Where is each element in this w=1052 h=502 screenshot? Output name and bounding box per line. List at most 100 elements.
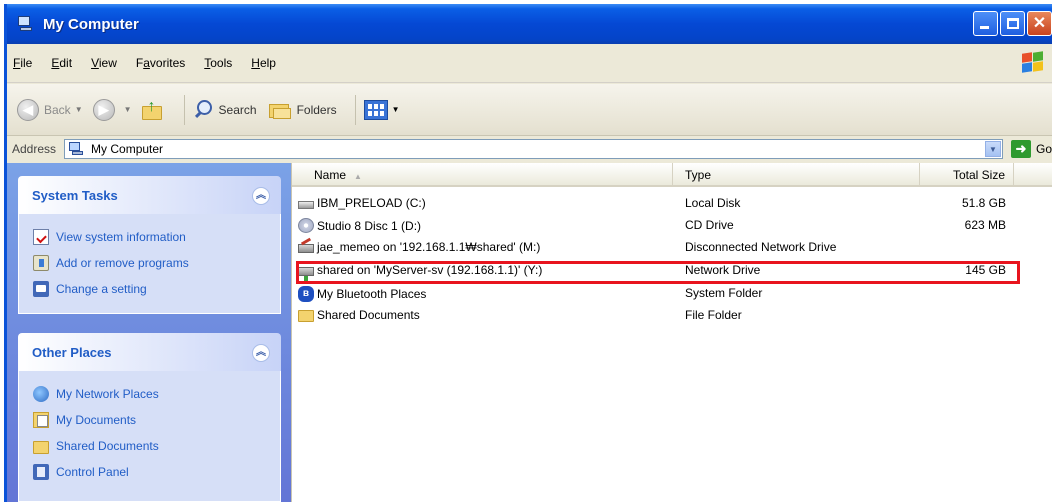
drive-type: Network Drive bbox=[685, 263, 761, 277]
drive-type: Disconnected Network Drive bbox=[685, 240, 837, 254]
windows-logo-icon bbox=[1020, 51, 1046, 74]
menu-favorites[interactable]: Favorites bbox=[136, 56, 185, 70]
system-information-icon bbox=[33, 229, 49, 245]
menu-file[interactable]: File bbox=[13, 56, 32, 70]
place-my-network-places[interactable]: My Network Places bbox=[33, 381, 280, 407]
drive-name: Shared Documents bbox=[317, 308, 420, 322]
drive-row[interactable]: IBM_PRELOAD (C:) Local Disk 51.8 GB bbox=[292, 193, 1052, 213]
column-header-free-space[interactable]: Fr bbox=[1014, 163, 1052, 187]
folder-icon bbox=[33, 441, 49, 454]
control-panel-icon bbox=[33, 281, 49, 297]
column-headers: Name ▲ Type Total Size Fr bbox=[292, 163, 1052, 187]
menu-edit[interactable]: Edit bbox=[51, 56, 72, 70]
task-add-remove-programs[interactable]: Add or remove programs bbox=[33, 250, 280, 276]
go-arrow-icon: ➜ bbox=[1010, 140, 1031, 158]
folders-icon bbox=[267, 99, 293, 121]
folder-icon bbox=[298, 310, 314, 322]
drive-name: Studio 8 Disc 1 (D:) bbox=[317, 218, 422, 233]
drive-type: System Folder bbox=[685, 286, 763, 300]
disconnected-network-drive-icon bbox=[298, 244, 314, 253]
menu-bar: File Edit View Favorites Tools Help bbox=[7, 44, 1052, 83]
menu-view[interactable]: View bbox=[91, 56, 117, 70]
collapse-icon[interactable]: ︽ bbox=[252, 187, 270, 205]
add-remove-programs-icon bbox=[33, 255, 49, 271]
folders-label: Folders bbox=[296, 102, 337, 117]
forward-button[interactable]: ▶ ▼ bbox=[92, 98, 132, 121]
drive-name: My Bluetooth Places bbox=[317, 287, 427, 301]
place-label: My Documents bbox=[56, 413, 137, 427]
address-dropdown-icon[interactable]: ▼ bbox=[984, 141, 1001, 157]
views-dropdown-icon: ▼ bbox=[391, 105, 400, 114]
minimize-icon bbox=[980, 26, 989, 29]
menu-tools[interactable]: Tools bbox=[204, 56, 232, 70]
column-name-label: Name bbox=[314, 168, 347, 182]
task-label: Add or remove programs bbox=[56, 256, 189, 270]
place-control-panel[interactable]: Control Panel bbox=[33, 459, 280, 485]
cd-drive-icon bbox=[298, 218, 314, 233]
place-shared-documents[interactable]: Shared Documents bbox=[33, 433, 280, 459]
toolbar-separator bbox=[183, 94, 185, 125]
minimize-button[interactable] bbox=[973, 11, 998, 36]
search-button[interactable]: Search bbox=[193, 99, 257, 121]
network-places-icon bbox=[33, 386, 49, 402]
drive-row[interactable]: shared on 'MyServer-sv (192.168.1.1)' (Y… bbox=[292, 260, 1052, 281]
drive-row[interactable]: Studio 8 Disc 1 (D:) CD Drive 623 MB bbox=[292, 215, 1052, 235]
close-icon: ✕ bbox=[1032, 15, 1047, 32]
network-drive-icon bbox=[298, 267, 314, 281]
drive-type: CD Drive bbox=[685, 218, 734, 232]
address-field[interactable]: My Computer ▼ bbox=[64, 139, 1003, 159]
place-label: Shared Documents bbox=[56, 439, 159, 453]
drive-name: jae_memeo on '192.168.1.1₩shared' (M:) bbox=[317, 240, 541, 254]
back-dropdown-icon[interactable]: ▼ bbox=[75, 105, 83, 114]
column-header-name[interactable]: Name ▲ bbox=[292, 163, 673, 187]
toolbar-separator bbox=[354, 94, 356, 125]
go-button[interactable]: ➜ Go bbox=[1010, 140, 1052, 158]
close-button[interactable]: ✕ bbox=[1027, 11, 1052, 36]
views-button[interactable]: ▼ bbox=[363, 99, 400, 120]
standard-toolbar: ◀ Back ▼ ▶ ▼ ↑ Search Folders ▼ bbox=[7, 84, 1052, 136]
other-places-title: Other Places bbox=[32, 344, 112, 360]
my-computer-icon bbox=[69, 142, 85, 156]
forward-dropdown-icon[interactable]: ▼ bbox=[124, 105, 132, 114]
folders-button[interactable]: Folders bbox=[267, 99, 337, 121]
other-places-panel: Other Places ︽ My Network Places My Docu… bbox=[18, 333, 281, 502]
search-label: Search bbox=[218, 102, 257, 117]
my-computer-window: My Computer ✕ File Edit View Favorites T… bbox=[4, 4, 1052, 502]
window-controls: ✕ bbox=[973, 11, 1052, 36]
other-places-header[interactable]: Other Places ︽ bbox=[18, 333, 281, 371]
drive-row[interactable]: jae_memeo on '192.168.1.1₩shared' (M:) D… bbox=[292, 237, 1052, 257]
column-header-total-size[interactable]: Total Size bbox=[920, 163, 1014, 187]
back-button[interactable]: ◀ Back ▼ bbox=[17, 98, 83, 121]
task-label: Change a setting bbox=[56, 282, 147, 296]
back-arrow-icon: ◀ bbox=[17, 98, 39, 121]
collapse-icon[interactable]: ︽ bbox=[252, 344, 270, 362]
drive-row[interactable]: Shared Documents File Folder bbox=[292, 305, 1052, 325]
back-label: Back bbox=[44, 102, 71, 117]
system-tasks-title: System Tasks bbox=[32, 187, 118, 203]
address-value: My Computer bbox=[91, 142, 164, 156]
drive-size: 145 GB bbox=[965, 263, 1006, 277]
go-label: Go bbox=[1035, 142, 1052, 156]
up-folder-icon[interactable]: ↑ bbox=[141, 98, 166, 122]
bluetooth-icon: ʙ bbox=[298, 286, 314, 302]
task-label: View system information bbox=[56, 230, 186, 244]
drive-row[interactable]: ʙ My Bluetooth Places System Folder bbox=[292, 283, 1052, 303]
other-places-body: My Network Places My Documents Shared Do… bbox=[18, 371, 281, 502]
drive-type: Local Disk bbox=[685, 196, 741, 210]
menu-help[interactable]: Help bbox=[251, 56, 276, 70]
my-computer-icon bbox=[17, 15, 35, 33]
hard-disk-icon bbox=[298, 201, 314, 209]
task-change-setting[interactable]: Change a setting bbox=[33, 276, 280, 302]
column-type-label: Type bbox=[685, 168, 712, 182]
drive-size: 51.8 GB bbox=[961, 196, 1006, 210]
window-title: My Computer bbox=[43, 15, 139, 33]
drive-size: 623 MB bbox=[964, 218, 1006, 232]
task-view-system-information[interactable]: View system information bbox=[33, 224, 280, 250]
column-header-type[interactable]: Type bbox=[673, 163, 920, 187]
place-my-documents[interactable]: My Documents bbox=[33, 407, 280, 433]
control-panel-icon bbox=[33, 464, 49, 480]
system-tasks-header[interactable]: System Tasks ︽ bbox=[18, 176, 281, 214]
maximize-button[interactable] bbox=[1000, 11, 1025, 36]
address-label: Address bbox=[12, 142, 57, 156]
title-bar[interactable]: My Computer ✕ bbox=[7, 4, 1052, 44]
